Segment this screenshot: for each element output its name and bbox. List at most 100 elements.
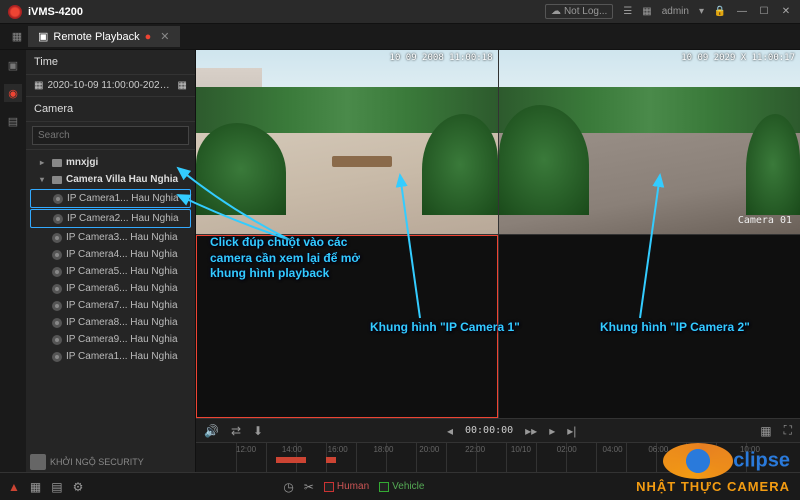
camera-label: IP Camera2... Hau Nghia <box>67 213 179 224</box>
camera-label-overlay: Camera 01 <box>738 215 792 226</box>
camera-item[interactable]: IP Camera8... Hau Nghia <box>26 314 195 331</box>
playback-cell-4[interactable] <box>499 235 800 419</box>
camera-item[interactable]: IP Camera3... Hau Nghia <box>26 229 195 246</box>
filter-vehicle-label: Vehicle <box>392 481 424 492</box>
timeline-tick: 08:00 <box>694 445 714 454</box>
tab-indicator-icon: ● <box>145 31 152 43</box>
grid-icon[interactable]: ▦ <box>642 6 651 17</box>
user-dropdown-icon[interactable]: ▾ <box>699 6 704 17</box>
leftbar-calendar-icon[interactable]: ▣ <box>4 56 22 74</box>
timeline-tick: 10/10 <box>511 445 531 454</box>
folder-icon <box>52 159 62 167</box>
timeline-tick: 18:00 <box>373 445 393 454</box>
watermark-khoi: KHỞI NGỘ SECURITY <box>30 454 144 470</box>
camera-icon <box>53 194 63 204</box>
cloud-login-button[interactable]: ☁ Not Log... <box>545 4 613 19</box>
tab-label: Remote Playback <box>53 31 139 43</box>
leftbar-camera-icon[interactable]: ◉ <box>4 84 22 102</box>
app-title: iVMS-4200 <box>28 6 545 18</box>
search-input[interactable] <box>32 126 189 145</box>
timeline-tick: 22:00 <box>465 445 485 454</box>
camera-label: IP Camera8... Hau Nghia <box>66 317 178 328</box>
camera-label: IP Camera6... Hau Nghia <box>66 283 178 294</box>
timestamp-overlay: 10 09 2029 X 11:00:17 <box>681 53 795 63</box>
filter-vehicle[interactable]: Vehicle <box>379 481 424 492</box>
camera-label: IP Camera1... Hau Nghia <box>66 351 178 362</box>
playback-time: 00:00:00 <box>465 425 513 436</box>
folder-icon <box>52 176 62 184</box>
camera-icon <box>52 284 62 294</box>
camera-item[interactable]: IP Camera7... Hau Nghia <box>26 297 195 314</box>
filter-human[interactable]: Human <box>324 481 369 492</box>
scissors-icon[interactable]: ✂ <box>304 480 314 494</box>
time-range-picker[interactable]: ▦ 2020-10-09 11:00:00-2020-1... ▦ <box>26 75 195 97</box>
camera-icon <box>52 250 62 260</box>
camera-item[interactable]: IP Camera1... Hau Nghia <box>26 348 195 365</box>
camera-icon <box>53 214 63 224</box>
camera-label: IP Camera7... Hau Nghia <box>66 300 178 311</box>
calendar-icon: ▦ <box>34 80 43 91</box>
camera-item[interactable]: IP Camera4... Hau Nghia <box>26 246 195 263</box>
footer-card-icon[interactable]: ▤ <box>51 480 62 494</box>
fullscreen-icon[interactable]: ⛶ <box>784 423 792 438</box>
camera-label: IP Camera1... Hau Nghia <box>67 193 179 204</box>
camera-item[interactable]: IP Camera2... Hau Nghia <box>30 209 191 228</box>
camera-item[interactable]: IP Camera6... Hau Nghia <box>26 280 195 297</box>
playback-icon: ▣ <box>38 30 48 43</box>
tab-remote-playback[interactable]: ▣ Remote Playback ● ✕ <box>28 26 180 47</box>
maximize-icon[interactable]: ☐ <box>758 6 770 18</box>
lock-icon[interactable]: 🔒 <box>714 6 726 18</box>
camera-tree: ▸ mnxjgi ▾ Camera Villa Hau Nghia IP Cam… <box>26 150 195 472</box>
timeline-segment <box>276 457 306 463</box>
camera-label: IP Camera3... Hau Nghia <box>66 232 178 243</box>
camera-label: IP Camera9... Hau Nghia <box>66 334 178 345</box>
camera-group[interactable]: ▸ mnxjgi <box>26 154 195 171</box>
leftbar-list-icon[interactable]: ▤ <box>4 112 22 130</box>
pause-icon[interactable]: ▸ <box>549 424 555 438</box>
camera-label: IP Camera5... Hau Nghia <box>66 266 178 277</box>
footer-gear-icon[interactable]: ⚙ <box>73 480 84 494</box>
timeline-tick: 06:00 <box>648 445 668 454</box>
time-range-value: 2020-10-09 11:00:00-2020-1... <box>47 80 173 91</box>
timeline[interactable]: 12:0014:0016:0018:0020:0022:0010/1002:00… <box>196 442 800 472</box>
volume-icon[interactable]: 🔊 <box>204 424 219 438</box>
timeline-tick: 02:00 <box>557 445 577 454</box>
camera-label: IP Camera4... Hau Nghia <box>66 249 178 260</box>
clock-icon[interactable]: ◷ <box>283 480 293 494</box>
timestamp-overlay: 10 09 2008 11:00:18 <box>390 53 493 63</box>
step-icon[interactable]: ▸| <box>567 424 576 438</box>
playback-cell-1[interactable]: 10 09 2008 11:00:18 <box>196 50 498 234</box>
dropdown-icon: ▦ <box>178 80 187 91</box>
alert-icon[interactable]: ▲ <box>8 480 20 494</box>
menu-icon[interactable]: ☰ <box>623 6 632 17</box>
camera-icon <box>52 233 62 243</box>
camera-item[interactable]: IP Camera1... Hau Nghia <box>30 189 191 208</box>
share-icon[interactable]: ⇄ <box>231 424 241 438</box>
camera-header: Camera <box>26 97 195 122</box>
time-header: Time <box>26 50 195 75</box>
camera-group[interactable]: ▾ Camera Villa Hau Nghia <box>26 171 195 188</box>
layout-icon[interactable]: ▦ <box>760 424 771 438</box>
prev-icon[interactable]: ◂ <box>447 424 453 438</box>
download-icon[interactable]: ⬇ <box>253 424 263 438</box>
footer-grid-icon[interactable]: ▦ <box>30 480 41 494</box>
home-tab-icon[interactable]: ▦ <box>6 26 28 48</box>
user-label[interactable]: admin <box>662 6 689 17</box>
camera-item[interactable]: IP Camera9... Hau Nghia <box>26 331 195 348</box>
camera-icon <box>52 301 62 311</box>
camera-item[interactable]: IP Camera5... Hau Nghia <box>26 263 195 280</box>
minimize-icon[interactable]: — <box>736 6 748 18</box>
timeline-tick: 20:00 <box>419 445 439 454</box>
group-label: Camera Villa Hau Nghia <box>66 174 178 185</box>
play-icon[interactable]: ▸▸ <box>525 424 537 438</box>
close-icon[interactable]: ✕ <box>780 6 792 18</box>
app-logo <box>8 5 22 19</box>
playback-controls: 🔊 ⇄ ⬇ ◂ 00:00:00 ▸▸ ▸ ▸| ▦ ⛶ <box>196 418 800 442</box>
cloud-icon: ☁ <box>551 6 561 17</box>
playback-cell-2[interactable]: 10 09 2029 X 11:00:17 Camera 01 <box>499 50 800 234</box>
timeline-tick: 10:00 <box>740 445 760 454</box>
timeline-tick: 14:00 <box>282 445 302 454</box>
playback-cell-3[interactable] <box>196 235 498 419</box>
camera-icon <box>52 352 62 362</box>
tab-close-icon[interactable]: ✕ <box>160 30 169 43</box>
